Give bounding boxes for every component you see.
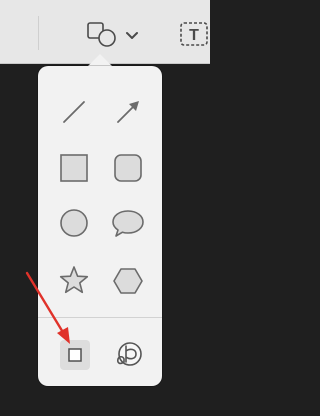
rounded-rectangle-icon	[114, 154, 142, 182]
line-shape-button[interactable]	[56, 94, 92, 130]
speech-bubble-shape-button[interactable]	[110, 205, 146, 241]
star-icon	[59, 266, 89, 294]
line-icon	[63, 101, 85, 123]
shapes-button[interactable]	[80, 14, 152, 50]
arrow-icon	[117, 101, 139, 123]
mask-tool-button[interactable]	[60, 340, 90, 370]
oval-icon	[60, 209, 88, 237]
text-box-button[interactable]: T	[178, 20, 210, 48]
shapes-icon	[87, 22, 116, 47]
rectangle-icon	[60, 154, 88, 182]
mask-rectangle-icon	[68, 348, 82, 362]
rounded-rectangle-shape-button[interactable]	[110, 150, 146, 186]
polygon-shape-button[interactable]	[110, 263, 146, 299]
shapes-popover	[38, 66, 162, 386]
arrow-shape-button[interactable]	[110, 94, 146, 130]
speech-bubble-icon	[112, 210, 144, 237]
hexagon-icon	[113, 268, 143, 294]
star-shape-button[interactable]	[56, 263, 92, 299]
oval-shape-button[interactable]	[56, 205, 92, 241]
text-box-icon: T	[180, 22, 208, 46]
popover-separator	[38, 317, 162, 318]
text-box-label: T	[189, 27, 199, 44]
rectangle-shape-button[interactable]	[56, 150, 92, 186]
toolbar-divider	[38, 16, 39, 50]
loupe-tool-button[interactable]	[110, 338, 146, 374]
loupe-icon	[117, 342, 142, 366]
chevron-down-icon	[126, 32, 138, 39]
